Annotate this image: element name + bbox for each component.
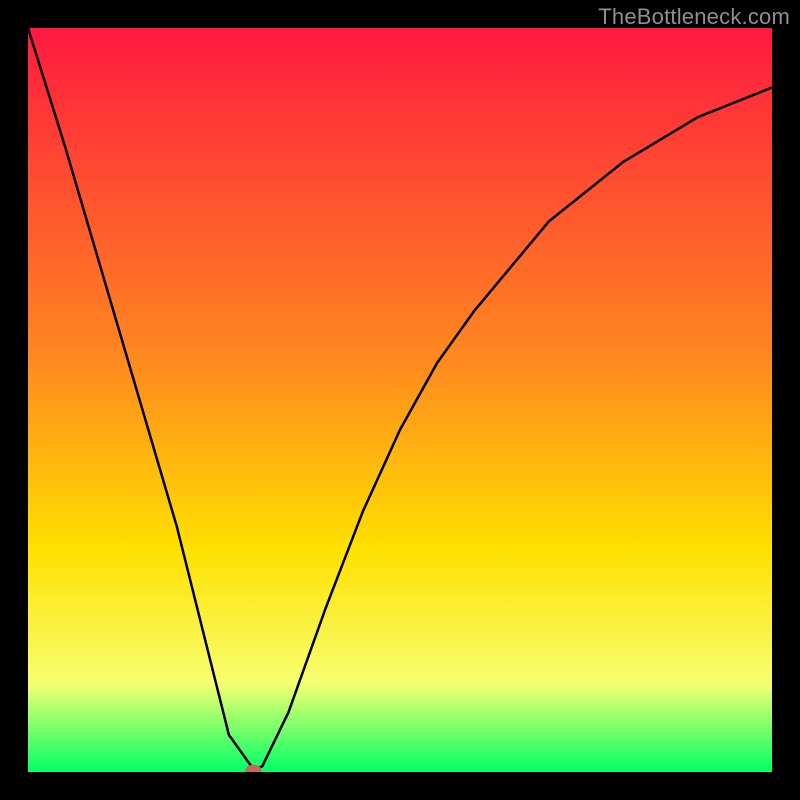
chart-svg	[28, 28, 772, 772]
attribution-label: TheBottleneck.com	[598, 4, 790, 30]
plot-area	[28, 28, 772, 772]
chart-frame: TheBottleneck.com	[0, 0, 800, 800]
